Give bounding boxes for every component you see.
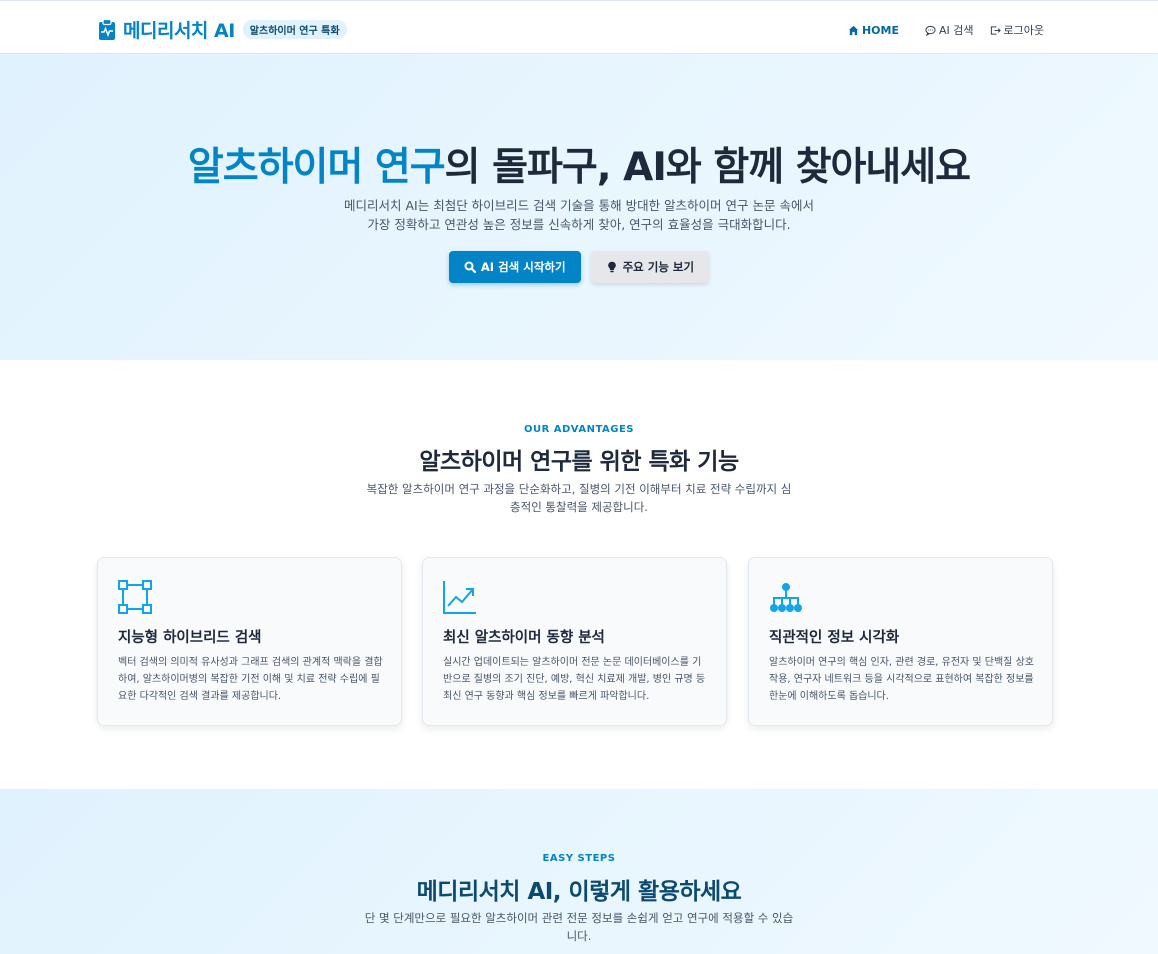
feature-card-title: 직관적인 정보 시각화 <box>769 630 900 646</box>
hero-title-accent: 알츠하이머 연구 <box>187 145 446 190</box>
feature-card-title: 최신 알츠하이머 동향 분석 <box>443 630 605 646</box>
top-navbar: 메디리서치 AI 알츠하이머 연구 특화 HOME AI 검색 로그아웃 <box>0 0 1158 61</box>
steps-section: EASY STEPS 메디리서치 AI, 이렇게 활용하세요 단 몇 단계만으로… <box>0 789 1158 954</box>
steps-description-line: 단 몇 단계만으로 필요한 알츠하이머 관련 전문 정보를 손쉽게 얻고 연구에… <box>364 911 794 925</box>
hierarchy-icon <box>770 583 802 612</box>
feature-card-trend-analysis: 최신 알츠하이머 동향 분석 실시간 업데이트되는 알츠하이머 전문 논문 데이… <box>422 557 727 726</box>
start-ai-search-label: AI 검색 시작하기 <box>480 260 566 274</box>
nav-logout-label: 로그아웃 <box>1003 24 1044 37</box>
feature-card-description: 실시간 업데이트되는 알츠하이머 전문 논문 데이터베이스를 기반으로 질병의 … <box>443 657 706 702</box>
steps-description: 단 몇 단계만으로 필요한 알츠하이머 관련 전문 정보를 손쉽게 얻고 연구에… <box>352 909 806 945</box>
steps-title: 메디리서치 AI, 이렇게 활용하세요 <box>416 879 742 905</box>
hero-subtitle-line: 메디리서치 AI는 최첨단 하이브리드 검색 기술을 통해 방대한 알츠하이머 … <box>344 198 814 213</box>
features-description-line: 층적인 통찰력을 제공합니다. <box>510 500 648 514</box>
feature-card-visualization: 직관적인 정보 시각화 알츠하이머 연구의 핵심 인자, 관련 경로, 유전자 … <box>748 557 1053 726</box>
brand-name: 메디리서치 AI <box>123 20 235 42</box>
feature-card-title: 지능형 하이브리드 검색 <box>118 630 262 646</box>
clipboard-pulse-icon <box>99 18 115 40</box>
chat-icon <box>925 25 936 36</box>
brand-logo[interactable]: 메디리서치 AI 알츠하이머 연구 특화 <box>98 16 347 43</box>
nav-ai-search[interactable]: AI 검색 <box>925 20 974 40</box>
hero-buttons: AI 검색 시작하기 주요 기능 보기 <box>0 251 1158 283</box>
network-nodes-icon <box>118 580 152 614</box>
logout-icon <box>990 25 1001 35</box>
feature-card-description: 벡터 검색의 의미적 유사성과 그래프 검색의 관계적 맥락을 결합하여, 알츠… <box>118 657 383 702</box>
hero-subtitle: 메디리서치 AI는 최첨단 하이브리드 검색 기술을 통해 방대한 알츠하이머 … <box>0 196 1158 234</box>
feature-card-hybrid-search: 지능형 하이브리드 검색 벡터 검색의 의미적 유사성과 그래프 검색의 관계적… <box>97 557 402 726</box>
features-title: 알츠하이머 연구를 위한 특화 기능 <box>419 449 739 475</box>
steps-description-line: 니다. <box>566 929 592 943</box>
nav-home-label: HOME <box>861 24 899 37</box>
steps-eyebrow: EASY STEPS <box>542 853 616 864</box>
brand-badge: 알츠하이머 연구 특화 <box>242 20 347 39</box>
start-ai-search-button[interactable]: AI 검색 시작하기 <box>448 251 581 283</box>
hero-title-rest: 의 돌파구, AI와 함께 찾아내세요 <box>444 145 971 190</box>
hero-section: 알츠하이머 연구의 돌파구, AI와 함께 찾아내세요 메디리서치 AI는 최첨… <box>0 54 1158 360</box>
search-icon <box>464 261 476 273</box>
nav-logout[interactable]: 로그아웃 <box>990 20 1044 40</box>
features-eyebrow: OUR ADVANTAGES <box>523 424 635 435</box>
view-features-button[interactable]: 주요 기능 보기 <box>590 251 710 283</box>
hero-subtitle-line: 가장 정확하고 연관성 높은 정보를 신속하게 찾아, 연구의 효율성을 극대화… <box>367 217 791 232</box>
features-description: 복잡한 알츠하이머 연구 과정을 단순화하고, 질병의 기전 이해부터 치료 전… <box>355 480 803 516</box>
hero-title: 알츠하이머 연구의 돌파구, AI와 함께 찾아내세요 <box>0 136 1158 192</box>
features-description-line: 복잡한 알츠하이머 연구 과정을 단순화하고, 질병의 기전 이해부터 치료 전… <box>366 482 792 496</box>
feature-card-description: 알츠하이머 연구의 핵심 인자, 관련 경로, 유전자 및 단백질 상호작용, … <box>769 657 1034 702</box>
home-icon <box>848 25 859 36</box>
lightbulb-icon <box>607 261 616 273</box>
view-features-label: 주요 기능 보기 <box>622 260 695 274</box>
trend-chart-icon <box>443 581 476 614</box>
nav-ai-search-label: AI 검색 <box>939 24 974 37</box>
